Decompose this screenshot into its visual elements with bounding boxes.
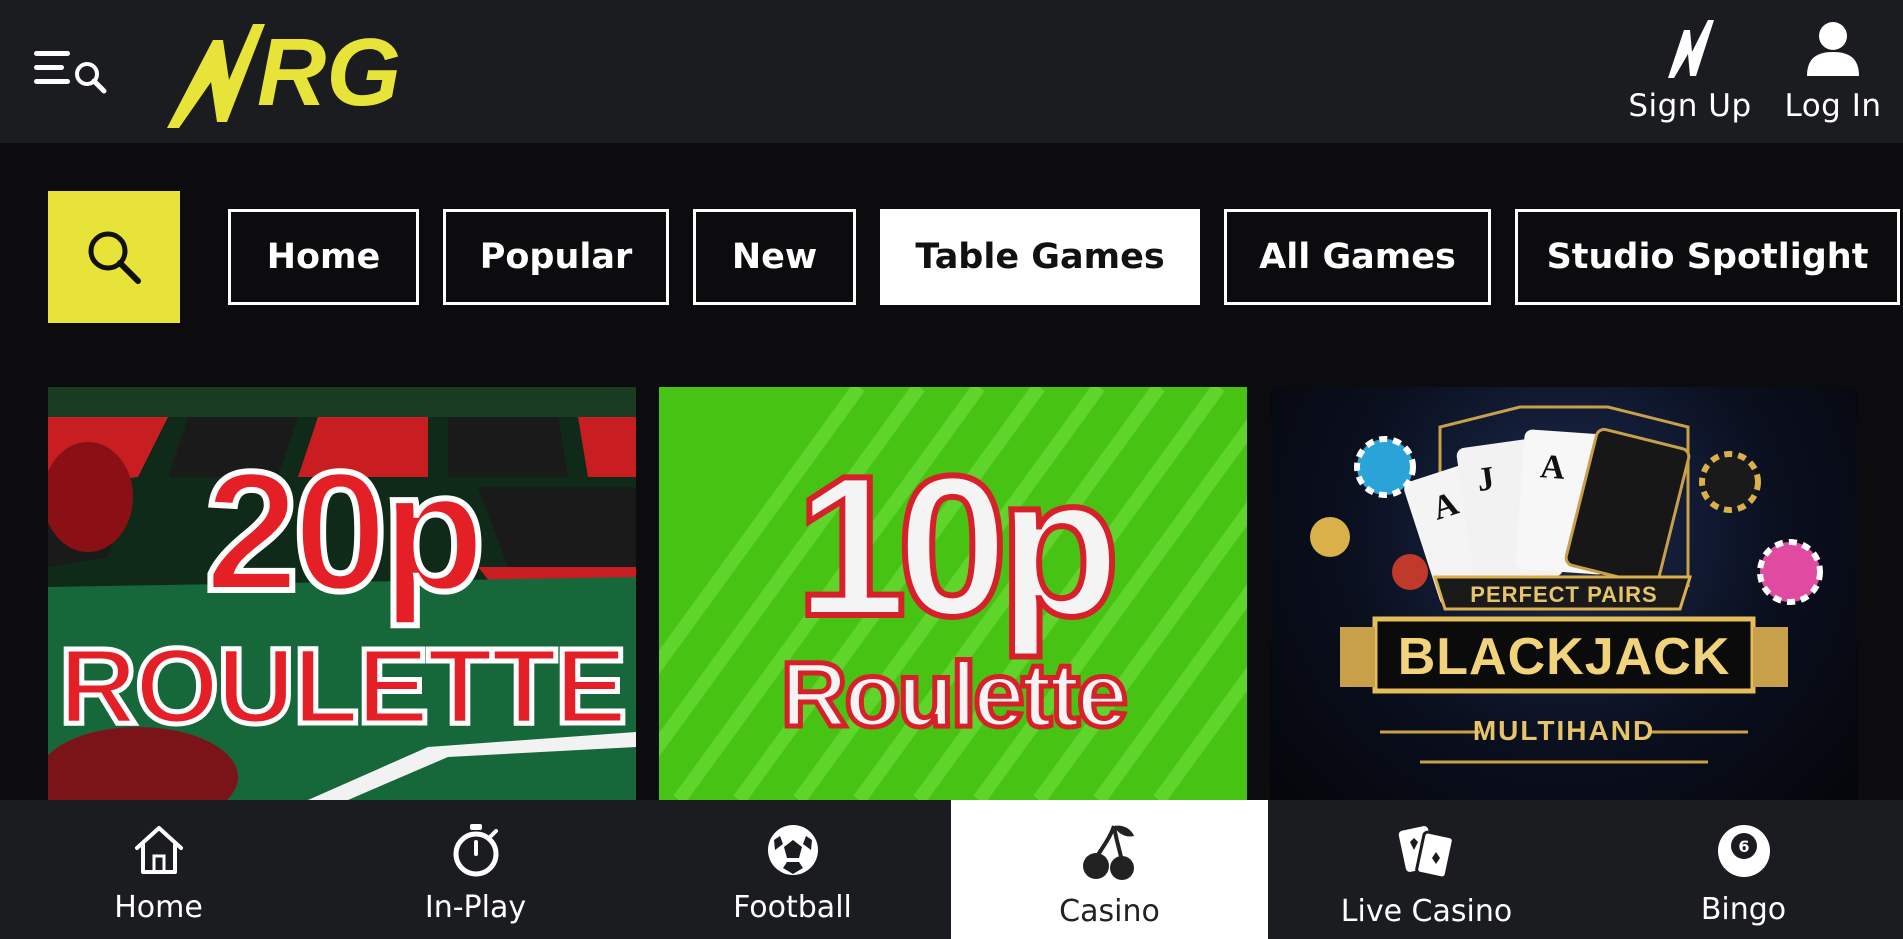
nrg-logo[interactable]: RG: [165, 10, 415, 135]
nrg-bolt-icon: [1668, 20, 1714, 78]
nav-casino[interactable]: Casino: [951, 800, 1268, 939]
page: RG Sign Up Log In Home Popular New Table…: [0, 0, 1903, 939]
game-title-line2: BLACKJACK: [1397, 628, 1731, 686]
home-icon: [134, 826, 183, 874]
log-in-label: Log In: [1784, 88, 1882, 124]
nav-in-play[interactable]: In-Play: [317, 800, 634, 939]
tab-studio-spotlight[interactable]: Studio Spotlight: [1515, 209, 1900, 305]
nav-in-play-label: In-Play: [424, 890, 527, 925]
game-tile-blackjack-multihand[interactable]: A J A PERFECT PAIRS BLACKJACK MULTIHAND: [1270, 387, 1858, 800]
nav-live-casino-label: Live Casino: [1340, 894, 1513, 929]
stopwatch-icon: [453, 824, 498, 877]
game-tile-20p-roulette[interactable]: 20p ROULETTE: [48, 387, 636, 800]
sign-up-label: Sign Up: [1628, 88, 1752, 124]
tab-table-games[interactable]: Table Games: [880, 209, 1200, 305]
svg-text:6: 6: [1738, 837, 1749, 856]
football-icon: [767, 825, 818, 875]
game-title-line2: Roulette: [779, 644, 1131, 746]
svg-text:A: A: [1539, 448, 1567, 487]
nav-home[interactable]: Home: [0, 800, 317, 939]
game-tile-10p-roulette[interactable]: 10p Roulette: [659, 387, 1247, 800]
menu-search-icon: [34, 51, 107, 94]
tab-all-games[interactable]: All Games: [1224, 209, 1491, 305]
sign-up-button[interactable]: Sign Up: [1610, 18, 1770, 128]
nav-live-casino[interactable]: Live Casino: [1268, 800, 1585, 939]
top-header: RG Sign Up Log In: [0, 0, 1903, 143]
bottom-navigation: Home In-Play Football Casino Live Casino…: [0, 800, 1903, 939]
cherries-icon: [1082, 825, 1134, 880]
game-title-line1: 20p: [202, 437, 489, 627]
nav-home-label: Home: [114, 890, 203, 925]
tab-popular[interactable]: Popular: [443, 209, 669, 305]
game-subtitle-top: PERFECT PAIRS: [1470, 582, 1658, 607]
game-title-line1: 10p: [793, 435, 1124, 658]
game-title-line2: ROULETTE: [57, 625, 630, 746]
game-search-button[interactable]: [48, 191, 180, 323]
nav-bingo[interactable]: 6 Bingo: [1585, 800, 1902, 939]
playing-cards-icon: [1398, 826, 1455, 880]
user-icon: [1807, 22, 1859, 76]
tab-new[interactable]: New: [693, 209, 856, 305]
game-subtitle-bottom: MULTIHAND: [1472, 715, 1656, 746]
log-in-button[interactable]: Log In: [1753, 18, 1903, 128]
menu-search-button[interactable]: [32, 45, 112, 97]
search-icon: [88, 231, 141, 284]
nav-football[interactable]: Football: [634, 800, 951, 939]
tab-home[interactable]: Home: [228, 209, 419, 305]
nav-football-label: Football: [733, 890, 852, 925]
logo-text: RG: [257, 19, 401, 126]
nav-bingo-label: Bingo: [1700, 892, 1787, 927]
nav-casino-label: Casino: [1059, 894, 1160, 929]
bingo-ball-icon: 6: [1717, 825, 1770, 877]
